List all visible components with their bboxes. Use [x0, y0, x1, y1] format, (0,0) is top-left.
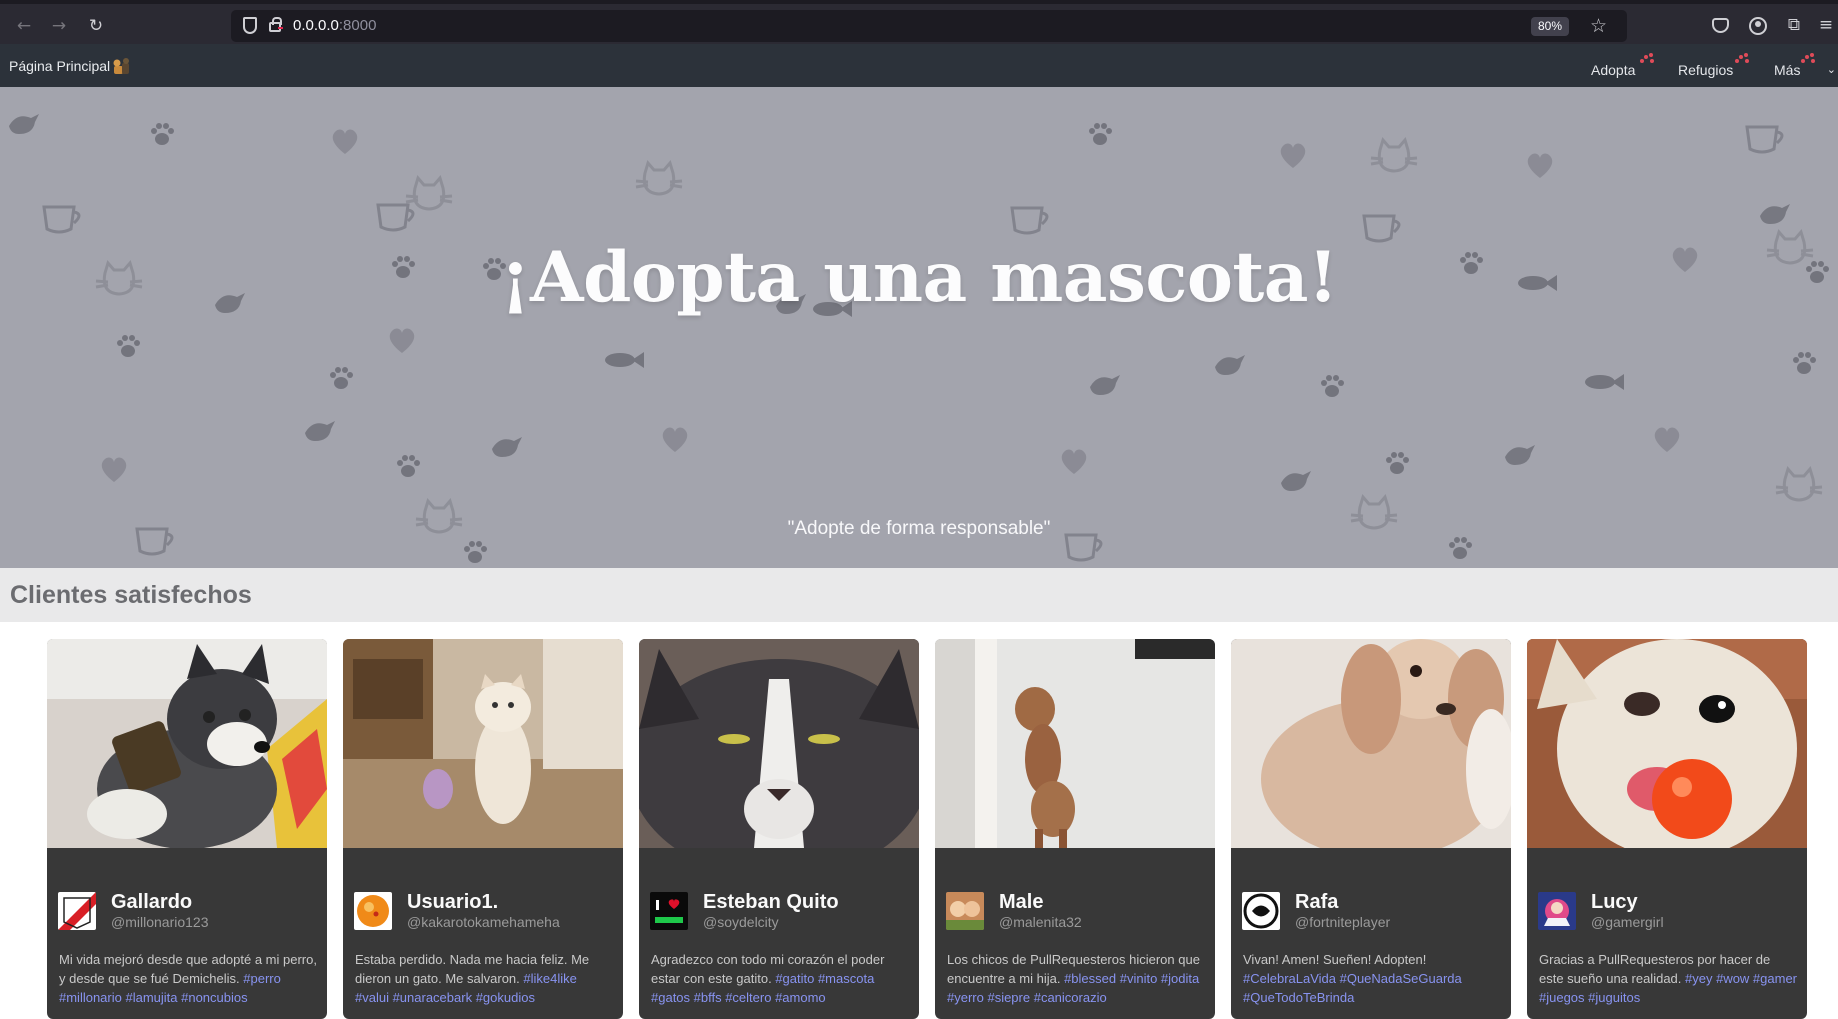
address-bar[interactable]: 0.0.0.0:8000 80% ☆	[231, 10, 1627, 42]
testimonial-card: Rafa @fortniteplayer Vivan! Amen! Sueñen…	[1231, 639, 1511, 1019]
chevron-down-icon[interactable]: ⌄	[1827, 63, 1836, 76]
testimonial-text: Vivan! Amen! Sueñen! Adopten! #CelebraLa…	[1243, 952, 1462, 1005]
chihuahua-photo	[1527, 639, 1807, 848]
pet-pattern-background	[9, 114, 1829, 563]
shield-icon[interactable]	[243, 17, 257, 34]
user-name: Gallardo	[111, 891, 193, 913]
hashtags[interactable]: #perro	[243, 971, 281, 986]
paw-icon	[1735, 53, 1749, 67]
url-text[interactable]: 0.0.0.0:8000	[293, 10, 376, 42]
standing-cat-photo	[343, 639, 623, 848]
extensions-icon[interactable]: ⧉	[1784, 15, 1804, 35]
brand-link[interactable]: Página Principal	[9, 44, 110, 89]
testimonial-card: Lucy @gamergirl Gracias a PullRequestero…	[1527, 639, 1807, 1019]
testimonial-card: Usuario1. @kakarotokamehameha Estaba per…	[343, 639, 623, 1019]
testimonial-text: Gracias a PullRequesteros por hacer de e…	[1539, 952, 1798, 1005]
user-name: Lucy	[1591, 891, 1638, 913]
menu-icon[interactable]: ≡	[1816, 15, 1836, 35]
testimonial-text: Estaba perdido. Nada me hacia feliz. Me …	[355, 952, 590, 1005]
hashtags[interactable]: #CelebraLaVida #QueNadaSeGuarda	[1243, 971, 1462, 986]
spaniel-photo	[1231, 639, 1511, 848]
user-name: Esteban Quito	[703, 891, 839, 913]
testimonial-card: Esteban Quito @soydelcity Agradezco con …	[639, 639, 919, 1019]
testimonial-card: Gallardo @millonario123 Mi vida mejoró d…	[47, 639, 327, 1019]
testimonial-text: Los chicos de PullRequesteros hicieron q…	[947, 952, 1200, 1005]
back-icon[interactable]: ←	[12, 14, 36, 38]
user-handle: @kakarotokamehameha	[407, 914, 560, 930]
avatar	[58, 892, 96, 930]
section-title: Clientes satisfechos	[10, 581, 252, 609]
hero-title: ¡Adopta una mascota!	[500, 237, 1338, 318]
forward-icon[interactable]: →	[47, 14, 71, 38]
poodle-photo	[935, 639, 1215, 848]
testimonials-header: Clientes satisfechos	[0, 568, 1838, 622]
testimonial-card: Male @malenita32 Los chicos de PullReque…	[935, 639, 1215, 1019]
hashtags[interactable]: #yey #wow #gamer	[1685, 971, 1797, 986]
testimonial-cards: Gallardo @millonario123 Mi vida mejoró d…	[47, 639, 1807, 1019]
testimonial-text: Mi vida mejoró desde que adopté a mi per…	[59, 952, 317, 1005]
paw-icon	[1801, 53, 1815, 67]
grumpy-cat-photo	[639, 639, 919, 848]
user-name: Usuario1.	[407, 891, 499, 913]
account-icon[interactable]	[1749, 17, 1767, 35]
paw-icon	[1640, 53, 1654, 67]
user-handle: @soydelcity	[703, 914, 779, 930]
hero-banner: ¡Adopta una mascota! "Adopte de forma re…	[0, 87, 1838, 568]
avatar	[946, 892, 984, 930]
avatar	[1242, 892, 1280, 930]
user-handle: @malenita32	[999, 914, 1082, 930]
user-name: Male	[999, 891, 1044, 913]
hashtags[interactable]: #gatito #mascota	[775, 971, 874, 986]
lock-icon[interactable]	[269, 17, 283, 32]
hashtags[interactable]: #blessed #vinito #jodita	[1064, 971, 1199, 986]
user-handle: @millonario123	[111, 914, 209, 930]
hero-subtitle: "Adopte de forma responsable"	[787, 518, 1051, 539]
husky-dog-photo	[47, 639, 327, 848]
user-handle: @gamergirl	[1591, 914, 1664, 930]
pocket-icon[interactable]	[1712, 18, 1729, 33]
pets-logo-icon	[113, 58, 129, 74]
reload-icon[interactable]: ↻	[84, 14, 108, 38]
user-handle: @fortniteplayer	[1295, 914, 1391, 930]
site-navbar: Página Principal Adopta Refugios Más ⌄	[0, 44, 1838, 87]
user-name: Rafa	[1295, 891, 1339, 913]
testimonial-text: Agradezco con todo mi corazón el poder e…	[651, 952, 885, 1005]
zoom-badge[interactable]: 80%	[1530, 17, 1569, 36]
avatar	[1538, 892, 1576, 930]
avatar	[354, 892, 392, 930]
bookmark-star-icon[interactable]: ☆	[1590, 13, 1607, 39]
browser-toolbar: ← → ↻ 0.0.0.0:8000 80% ☆ ⧉ ≡	[0, 0, 1838, 44]
hashtags[interactable]: #like4like	[523, 971, 576, 986]
avatar	[650, 892, 688, 930]
